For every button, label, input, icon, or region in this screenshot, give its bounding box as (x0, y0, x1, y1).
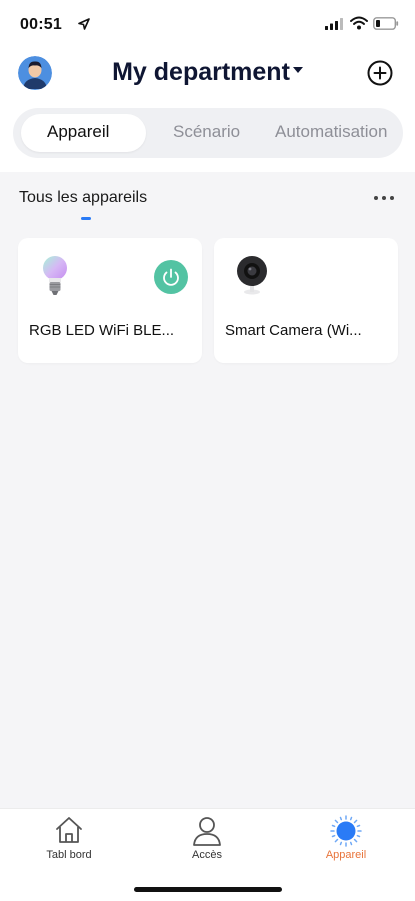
tab-tabl-bord[interactable]: Tabl bord (0, 809, 138, 879)
tab-appareil-bottom[interactable]: Appareil (277, 809, 415, 879)
tab-label: Tabl bord (46, 849, 92, 861)
add-circle-icon[interactable] (367, 60, 393, 86)
device-sun-icon (330, 815, 362, 847)
bulb-icon (43, 256, 67, 295)
power-icon (163, 268, 179, 286)
avatar-icon (18, 56, 52, 90)
device-name: RGB LED WiFi BLE... (29, 322, 175, 339)
power-button[interactable] (154, 260, 188, 294)
tab-appareil[interactable]: Appareil (47, 122, 109, 142)
tab-label: Accès (192, 849, 222, 861)
tab-automatisation[interactable]: Automatisation (275, 122, 387, 142)
more-dots-icon[interactable] (372, 190, 396, 206)
user-avatar[interactable] (18, 56, 52, 90)
tab-label: Appareil (325, 849, 367, 861)
camera-icon (237, 256, 267, 295)
person-icon (193, 817, 221, 846)
home-title: My department (112, 58, 290, 86)
home-indicator (134, 887, 282, 892)
segmented-tabs: Appareil Scénario Automatisation (13, 108, 403, 158)
device-card[interactable]: Smart Camera (Wi... (214, 238, 398, 363)
device-name: Smart Camera (Wi... (225, 322, 362, 339)
wifi-icon (350, 16, 368, 30)
home-selector[interactable]: My department (112, 58, 303, 87)
location-arrow-icon (78, 18, 90, 30)
tab-acces[interactable]: Accès (138, 809, 276, 879)
home-icon (56, 817, 82, 843)
status-bar: 00:51 (0, 0, 415, 50)
status-time: 00:51 (20, 16, 62, 33)
section-title-underline (81, 217, 91, 220)
bottom-tab-bar: Tabl bord Accès Appareil (0, 808, 415, 901)
section-title[interactable]: Tous les appareils (19, 189, 147, 207)
battery-icon (373, 17, 399, 30)
device-card[interactable]: RGB LED WiFi BLE... (18, 238, 202, 363)
tab-scenario[interactable]: Scénario (173, 122, 240, 142)
caret-down-icon (292, 66, 303, 73)
signal-icon (325, 18, 343, 30)
